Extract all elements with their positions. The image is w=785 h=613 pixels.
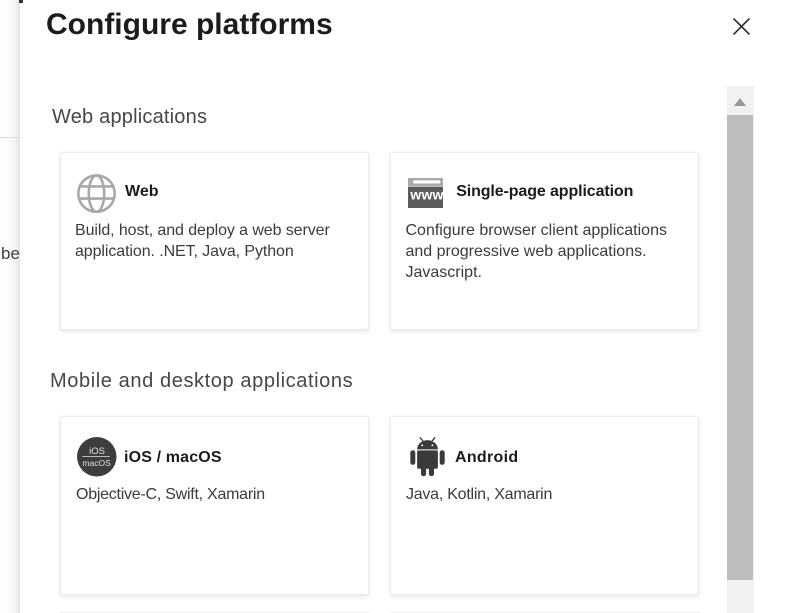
- svg-text:iOS: iOS: [89, 446, 105, 457]
- svg-text:macOS: macOS: [83, 458, 112, 468]
- svg-text:www: www: [409, 186, 443, 202]
